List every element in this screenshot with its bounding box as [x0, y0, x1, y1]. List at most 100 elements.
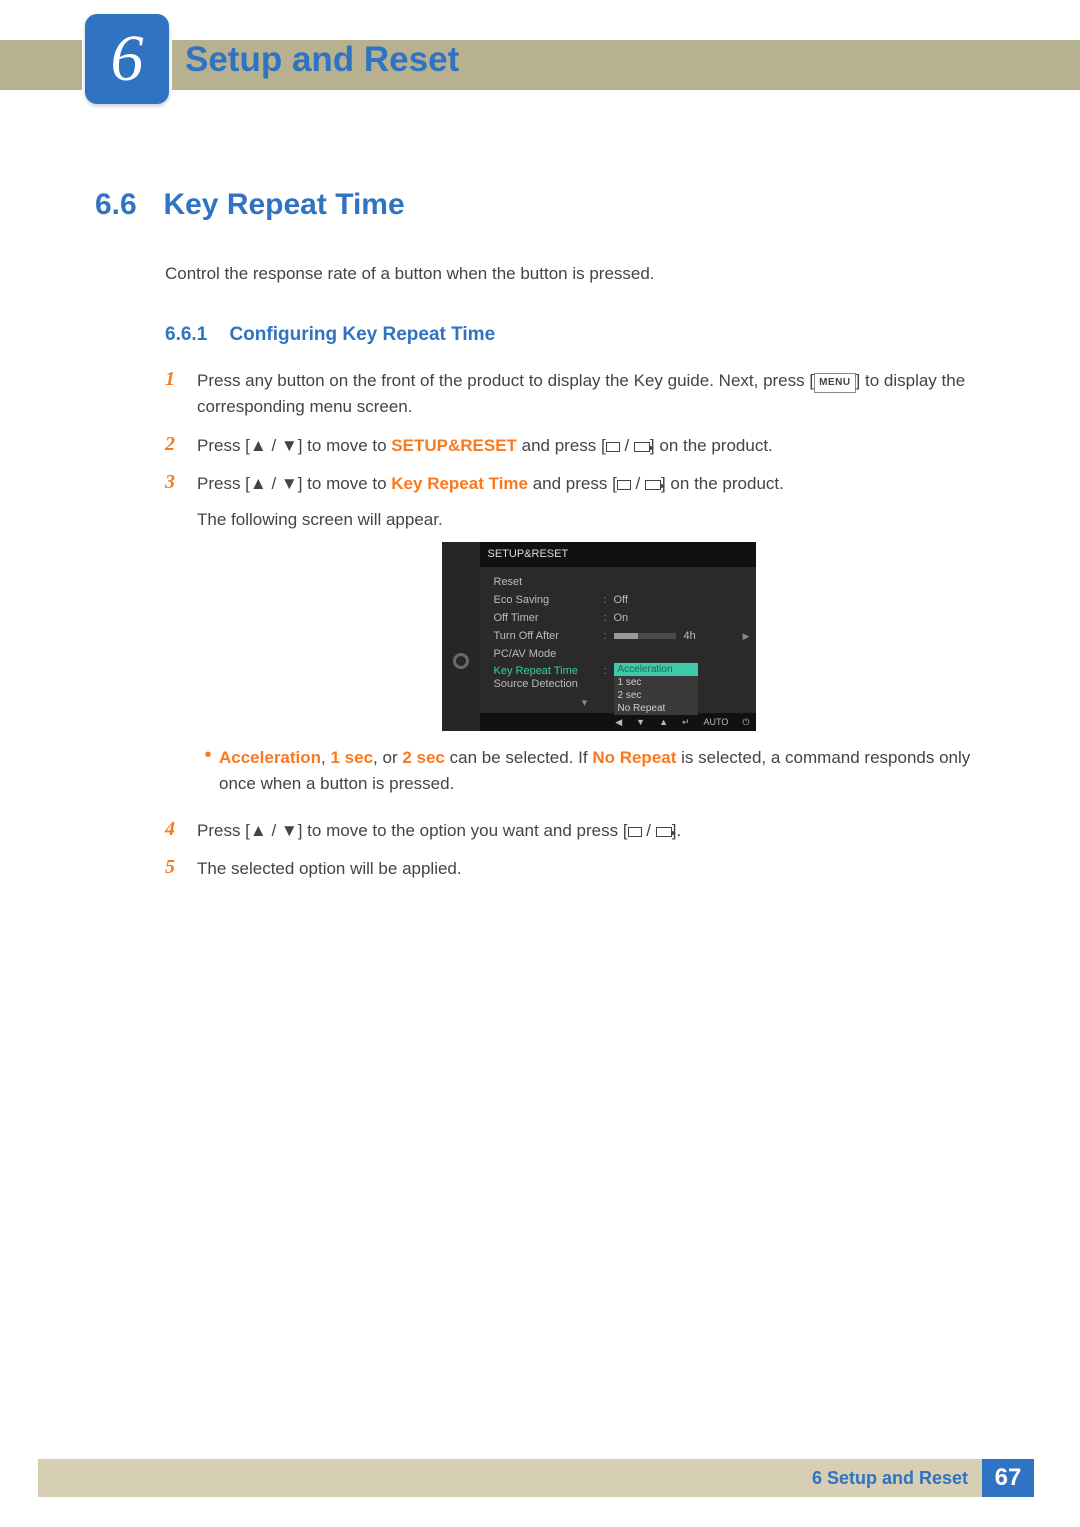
nav-down-icon: ▼: [636, 715, 645, 729]
down-arrow-icon: ▼: [281, 821, 298, 840]
text: and press [: [517, 436, 606, 455]
steps-list: 1 Press any button on the front of the p…: [165, 368, 1000, 882]
rect-icon: [606, 442, 620, 452]
text: ] to move to: [298, 436, 392, 455]
slider-icon: [614, 633, 676, 639]
text: ] on the product.: [661, 474, 784, 493]
text: Press [: [197, 821, 250, 840]
value: On: [614, 610, 629, 628]
text: ] on the product.: [650, 436, 773, 455]
bullet-text: Acceleration, 1 sec, or 2 sec can be sel…: [219, 745, 1000, 798]
slash: /: [642, 821, 656, 840]
nav-left-icon: ◀: [615, 715, 622, 729]
source-icon: [645, 480, 661, 490]
step-2: 2 Press [▲ / ▼] to move to SETUP&RESET a…: [165, 433, 1000, 459]
up-arrow-icon: ▲: [250, 474, 267, 493]
text: ] to move to: [298, 474, 392, 493]
chapter-title: Setup and Reset: [185, 40, 459, 80]
rect-icon: [617, 480, 631, 490]
osd-bottom-bar: ◀ ▼ ▲ ↵ AUTO ⏻: [480, 713, 756, 731]
two-sec-label: 2 sec: [402, 748, 445, 767]
label: PC/AV Mode: [494, 646, 604, 664]
footer: 6 Setup and Reset 67: [38, 1459, 1080, 1497]
label: Reset: [494, 574, 604, 592]
label: Source Detection: [494, 676, 604, 694]
step-number: 2: [165, 433, 197, 459]
slash: /: [267, 474, 281, 493]
subsection-title: Configuring Key Repeat Time: [229, 324, 495, 345]
osd-screenshot: SETUP&RESET Reset Eco Saving:Off Off Tim…: [442, 542, 756, 731]
colon: :: [604, 610, 614, 628]
rect-icon: [628, 827, 642, 837]
acceleration-label: Acceleration: [219, 748, 321, 767]
no-repeat-label: No Repeat: [592, 748, 676, 767]
main-content: 6.6 Key Repeat Time Control the response…: [95, 188, 1000, 894]
chapter-number: 6: [111, 21, 144, 97]
up-arrow-icon: ▲: [250, 436, 267, 455]
nav-enter-icon: ↵: [682, 715, 690, 729]
value: 4h: [684, 628, 696, 646]
colon: :: [604, 628, 614, 646]
slash: /: [631, 474, 645, 493]
source-icon: [634, 442, 650, 452]
text: ,: [321, 748, 330, 767]
source-icon: [656, 827, 672, 837]
value: Off: [614, 592, 628, 610]
label: Turn Off After: [494, 628, 604, 646]
osd-row-offtimer: Off Timer:On: [494, 609, 756, 627]
colon: :: [604, 663, 614, 681]
right-arrow-icon: ▶: [743, 629, 750, 643]
dropdown-option-selected: Acceleration: [614, 663, 698, 676]
menu-button-label: MENU: [814, 373, 855, 393]
setup-reset-label: SETUP&RESET: [391, 436, 517, 455]
down-arrow-icon: ▼: [281, 474, 298, 493]
step-body: Press any button on the front of the pro…: [197, 368, 1000, 421]
step-number: 5: [165, 856, 197, 882]
slash: /: [620, 436, 634, 455]
chevron-down-icon: ▾: [454, 693, 716, 713]
footer-chapter-label: 6 Setup and Reset: [38, 1459, 982, 1497]
slash: /: [267, 821, 281, 840]
step-number: 1: [165, 368, 197, 421]
bullet-note: • Acceleration, 1 sec, or 2 sec can be s…: [197, 745, 1000, 798]
down-arrow-icon: ▼: [281, 436, 298, 455]
osd-row-pcav: PC/AV Mode: [494, 645, 756, 663]
osd-row-eco: Eco Saving:Off: [494, 591, 756, 609]
dropdown-option: 1 sec: [614, 676, 698, 689]
osd-rows: Reset Eco Saving:Off Off Timer:On Turn O…: [480, 567, 756, 713]
auto-label: AUTO: [704, 715, 729, 729]
text: can be selected. If: [445, 748, 592, 767]
osd-main: SETUP&RESET Reset Eco Saving:Off Off Tim…: [480, 542, 756, 731]
text: Press [: [197, 474, 250, 493]
key-repeat-time-label: Key Repeat Time: [391, 474, 528, 493]
one-sec-label: 1 sec: [331, 748, 374, 767]
osd-title: SETUP&RESET: [480, 542, 756, 568]
power-icon: ⏻: [742, 715, 749, 729]
bullet-dot-icon: •: [197, 745, 219, 798]
header-left-stripe: [0, 40, 82, 90]
colon: :: [604, 592, 614, 610]
step-body: Press [▲ / ▼] to move to SETUP&RESET and…: [197, 433, 773, 459]
slash: /: [267, 436, 281, 455]
step-body: Press [▲ / ▼] to move to Key Repeat Time…: [197, 471, 1000, 806]
following-screen-text: The following screen will appear.: [197, 507, 1000, 533]
gear-icon: [453, 653, 469, 669]
section-heading: 6.6 Key Repeat Time: [95, 188, 1000, 222]
section-number: 6.6: [95, 188, 159, 222]
step-1: 1 Press any button on the front of the p…: [165, 368, 1000, 421]
chapter-badge: 6: [85, 14, 169, 104]
text: Press any button on the front of the pro…: [197, 371, 814, 390]
label: Eco Saving: [494, 592, 604, 610]
step-number: 4: [165, 818, 197, 844]
subsection-number: 6.6.1: [165, 324, 225, 346]
label: Off Timer: [494, 610, 604, 628]
step-5: 5 The selected option will be applied.: [165, 856, 1000, 882]
text: ] to move to the option you want and pre…: [298, 821, 628, 840]
step-4: 4 Press [▲ / ▼] to move to the option yo…: [165, 818, 1000, 844]
section-title: Key Repeat Time: [163, 188, 404, 221]
step-body: Press [▲ / ▼] to move to the option you …: [197, 818, 681, 844]
step-3: 3 Press [▲ / ▼] to move to Key Repeat Ti…: [165, 471, 1000, 806]
nav-up-icon: ▲: [659, 715, 668, 729]
text: Press [: [197, 436, 250, 455]
up-arrow-icon: ▲: [250, 821, 267, 840]
